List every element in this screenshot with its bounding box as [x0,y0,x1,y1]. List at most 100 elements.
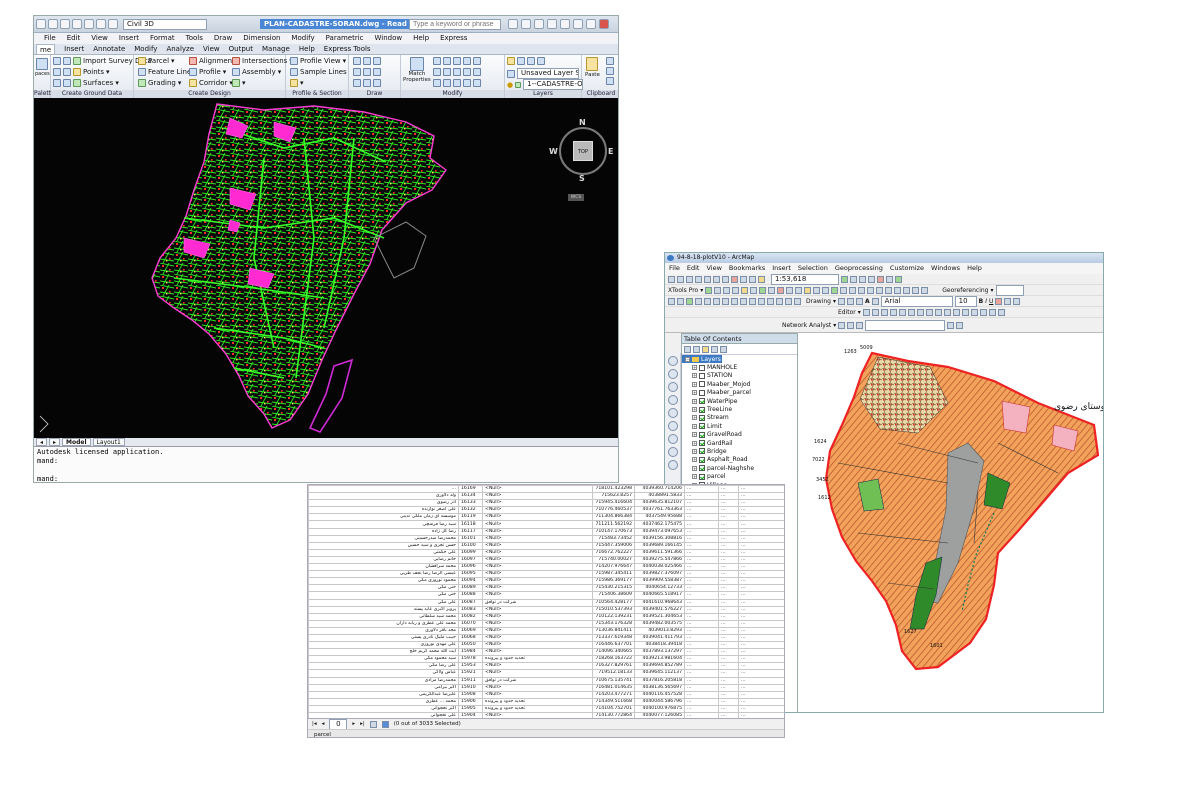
tool-icon[interactable] [668,297,675,305]
menu-item[interactable]: Modify [291,33,314,44]
break-icon[interactable] [473,79,481,87]
table-row[interactable]: اکبر نخجوانی 15905 تحدید حدود و پیرونده 714… [308,704,784,714]
tool-icon[interactable] [916,308,924,316]
menu-item[interactable]: Selection [798,263,828,274]
identify-icon[interactable] [668,460,678,470]
tool-icon[interactable] [921,286,929,294]
star-icon[interactable] [547,19,557,29]
tool-icon[interactable] [795,286,803,294]
table-row[interactable]: خنی مکی 16089 <Null> 715430.215315 4040654.1… [308,584,784,593]
back-icon[interactable] [668,421,678,431]
tool-icon[interactable] [862,308,870,316]
tab-layout1[interactable]: Layout1 [92,438,125,446]
table-row[interactable]: محمد علی عطری و ربابه داران 16070 <Null> 71… [308,619,784,628]
menu-item[interactable]: Dimension [243,33,280,44]
menu-item[interactable]: Tools [186,33,203,44]
menu-item[interactable]: Format [150,33,175,44]
tool-icon[interactable] [822,286,830,294]
xtools-menu[interactable]: XTools Pro [668,287,698,294]
saveas-icon[interactable] [72,19,82,29]
tool-icon[interactable] [776,297,783,305]
tool-icon[interactable] [867,286,875,294]
table-row[interactable]: سید رضا فرشچی 16118 <Null> 711211.562192 403… [308,520,784,529]
menu-item[interactable]: Windows [931,263,960,274]
expand-icon[interactable]: + [692,432,697,438]
list-by-selection-icon[interactable] [711,346,718,353]
table-row[interactable]: محمدرضا مرادی 15911 شرکت در توافق 710675.13… [308,676,784,685]
tool-icon[interactable] [979,308,987,316]
search-input[interactable] [409,19,501,30]
tool-icon[interactable] [740,297,747,305]
print-icon[interactable] [695,275,702,283]
text-tool-icon[interactable]: A [865,298,870,305]
layer-icon[interactable] [517,57,525,65]
ribbon-tab[interactable]: Annotate [93,44,125,54]
grid-icon[interactable] [63,57,71,65]
explode-icon[interactable] [463,68,471,76]
paste-icon[interactable] [722,275,729,283]
expand-icon[interactable]: + [692,423,697,429]
drawing-menu[interactable]: Drawing [806,298,831,305]
layer-state-select[interactable]: Unsaved Layer State [517,68,579,79]
tool-icon[interactable] [686,297,693,305]
table-row[interactable]: مجد باقر دلاوری 16069 <Null> 713036.841411 4… [308,626,784,635]
table-row[interactable]: موسسه ای زمان ملکی تدینی 16119 <Null> 71130… [308,513,784,522]
bulb-icon[interactable]: ● [507,81,513,89]
line-icon[interactable] [353,57,361,65]
tool-icon[interactable] [723,286,731,294]
tool-icon[interactable] [856,321,864,329]
menu-item[interactable]: Bookmarks [729,263,765,274]
cut-icon[interactable] [606,57,614,65]
nav-arrow-icon[interactable]: ▸ [49,438,61,446]
editor-menu[interactable]: Editor [838,309,856,316]
grid-icon[interactable] [63,68,71,76]
tool-icon[interactable] [840,286,848,294]
grid-icon[interactable] [53,57,61,65]
arc-icon[interactable] [373,57,381,65]
font-select[interactable]: Arial [880,295,953,307]
expand-icon[interactable]: + [692,373,697,379]
tool-icon[interactable] [732,286,740,294]
command-line[interactable]: Autodesk licensed application. mand: man… [34,446,618,482]
expand-icon[interactable]: + [692,465,697,471]
alignment-button[interactable]: Alignment [199,57,235,65]
copy-icon[interactable] [713,275,720,283]
table-row[interactable]: علی رضا مکی 15953 <Null> 716327.829761 40396… [308,662,784,671]
tool-icon[interactable] [894,286,902,294]
tool-icon[interactable] [813,286,821,294]
add-data-icon[interactable] [758,275,765,283]
list-by-visibility-icon[interactable] [702,346,709,353]
command-prompt[interactable]: mand: [37,475,617,482]
corridor-button[interactable]: Corridor [199,79,227,87]
font-color-icon[interactable] [995,297,1003,305]
offset-icon[interactable] [473,68,481,76]
fill-color-icon[interactable] [1004,297,1012,305]
table-row[interactable]: اکبر بیرامی 15910 <Null> 716481.014635 40381… [308,683,784,692]
save-icon[interactable] [60,19,70,29]
tool-icon[interactable] [925,308,933,316]
profile-button[interactable]: Profile [199,68,221,76]
georef-layer-select[interactable] [995,284,1024,296]
match-properties-icon[interactable] [409,57,424,71]
grading-button[interactable]: Grading [148,79,176,87]
table-row[interactable]: علی اصغر نوازنده 16132 <Null> 710776.460537… [308,506,784,515]
workspace-select[interactable]: Civil 3D [123,19,207,30]
scale-select[interactable]: 1:53,618 [771,273,839,285]
delete-icon[interactable] [731,275,738,283]
redo-icon[interactable] [749,275,756,283]
help-icon[interactable] [560,19,570,29]
maximize-icon[interactable] [586,19,596,29]
menu-item[interactable]: Edit [67,33,81,44]
zoom-out-icon[interactable] [668,369,678,379]
tool-icon[interactable] [704,297,711,305]
copy-clip-icon[interactable] [606,67,614,75]
underline-icon[interactable]: U [989,298,993,305]
menu-item[interactable]: Geoprocessing [835,263,883,274]
open-icon[interactable] [48,19,58,29]
menu-item[interactable]: View [91,33,108,44]
text-icon[interactable] [871,297,879,305]
list-by-source-icon[interactable] [693,346,700,353]
minimize-icon[interactable] [573,19,583,29]
stretch-icon[interactable] [433,79,441,87]
table-row[interactable]: سید محمود مکی 15978 تحدید حدود و پیرونده 71… [308,655,784,664]
